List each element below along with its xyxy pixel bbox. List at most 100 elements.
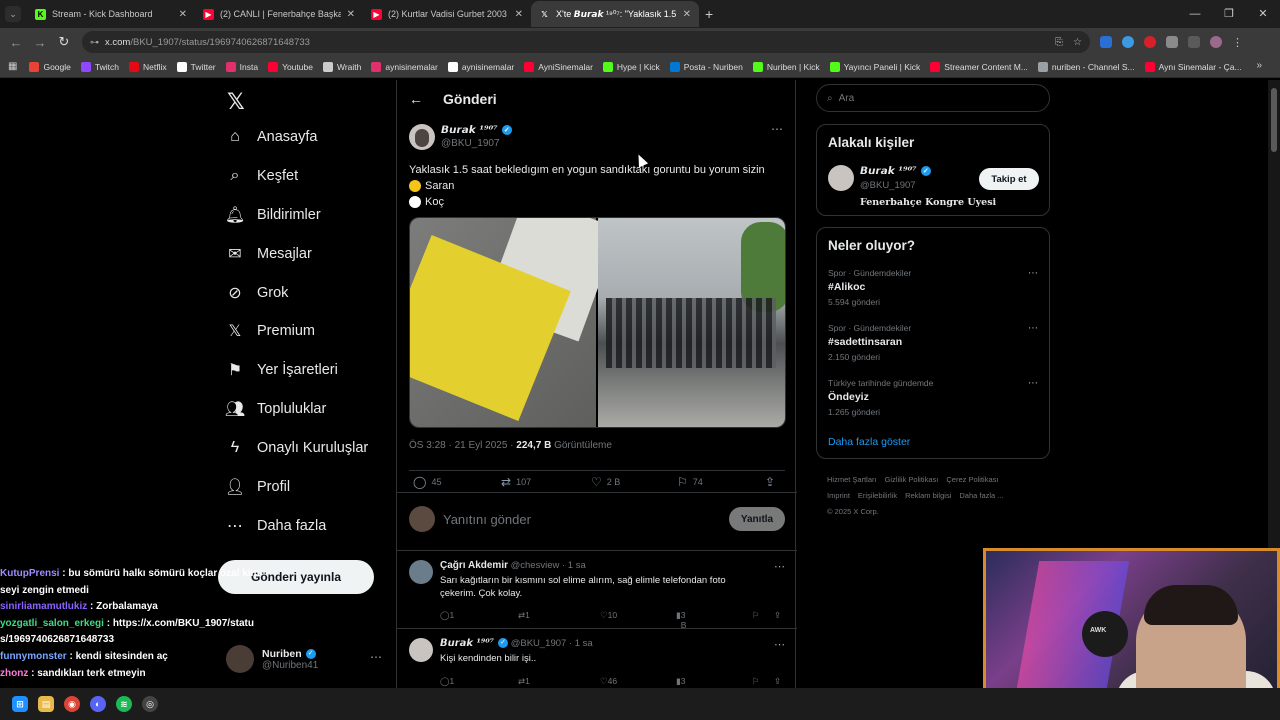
reply-likes[interactable]: ♡ 46 [600,676,617,687]
discord-icon[interactable]: ◐ [90,696,106,712]
bookmark-item[interactable]: Aynı Sinemalar - Ça... [1144,61,1242,72]
vpn-extension-icon[interactable] [1122,36,1134,48]
tweet-author-handle[interactable]: @BKU_1907 [441,138,500,149]
share-action[interactable]: ⇪ [765,475,780,489]
trend-more-icon[interactable]: ⋯ [1028,268,1038,279]
nav-item-search[interactable]: ⌕ Keşfet [222,159,299,193]
like-action[interactable]: ♡ 2 B [591,475,620,489]
footer-link[interactable]: © 2025 X Corp. [827,507,879,516]
reply-share-icon[interactable]: ⇪ [774,676,781,687]
url-bar[interactable]: ⊶ x.com/BKU_1907/status/1969740626871648… [82,31,1090,53]
reload-icon[interactable]: ↻ [52,34,76,50]
reply-replies[interactable]: ◯ 1 [440,610,454,621]
browser-menu-icon[interactable]: ⋮ [1232,36,1243,49]
tweet-photo-crowd[interactable] [598,218,785,427]
browser-tab-youtube-kurtlar[interactable]: ▶ (2) Kurtlar Vadisi Gurbet 2003 V ✕ [363,1,531,27]
bookmarks-overflow-icon[interactable]: » [1256,60,1262,71]
bookmark-item[interactable]: Netflix [128,61,167,72]
tweet-author-avatar[interactable] [409,124,435,150]
bookmark-item[interactable]: Twitter [176,61,216,72]
minimize-icon[interactable]: — [1178,0,1212,28]
install-app-icon[interactable]: ⎘ [1055,37,1063,48]
nav-item-communities[interactable]: 👥︎ Topluluklar [222,392,326,426]
footer-link[interactable]: Daha fazla ... [959,491,1003,500]
footer-link[interactable]: Reklam bilgisi [905,491,951,500]
show-more-link[interactable]: Daha fazla göster [828,436,910,448]
bookmark-item[interactable]: aynisinemalar [447,61,514,72]
reply-retweets[interactable]: ⇄ 1 [518,610,530,621]
footer-link[interactable]: Gizlilik Politikası [885,475,939,484]
trend-more-icon[interactable]: ⋯ [1028,323,1038,334]
obs-icon[interactable]: ◎ [142,696,158,712]
puzzle-extensions-icon[interactable] [1166,36,1178,48]
retweet-action[interactable]: ⇄ 107 [501,475,531,489]
footer-link[interactable]: Çerez Politikası [946,475,998,484]
reply-replies[interactable]: ◯ 1 [440,676,454,687]
close-tab-icon[interactable]: ✕ [179,9,187,20]
reply-views[interactable]: ▮ 3 B [676,610,686,630]
more-dots-icon[interactable]: ⋯ [370,650,382,664]
bookmark-item[interactable]: Wraith [322,61,361,72]
nav-item-mail[interactable]: ✉ Mesajlar [222,237,312,271]
bookmark-item[interactable]: Yayıncı Paneli | Kick [829,61,920,72]
record-extension-icon[interactable] [1144,36,1156,48]
reply-input[interactable]: Yanıtını gönder [443,512,531,527]
reply-bookmark-icon[interactable]: ⚐ [752,610,760,621]
reply-share-icon[interactable]: ⇪ [774,610,781,621]
nav-item-x[interactable]: 𝕏 Premium [222,314,315,348]
bookmark-item[interactable]: Insta [225,61,258,72]
footer-link[interactable]: Erişilebilirlik [858,491,897,500]
bookmark-item[interactable]: aynisinemalar [371,61,438,72]
reply-bookmark-icon[interactable]: ⚐ [752,676,760,687]
footer-link[interactable]: Imprint [827,491,850,500]
reply-retweets[interactable]: ⇄ 1 [518,676,530,687]
back-nav-icon[interactable]: ← [4,35,28,50]
reply-author-name[interactable]: 𝘽𝙪𝙧𝙖𝙠 ¹⁹⁰⁷ [440,638,494,649]
trend-item[interactable]: Spor · Gündemdekiler #Alikoc 5.594 gönderi… [828,268,1038,307]
shield-extension-icon[interactable] [1100,36,1112,48]
tweet-timestamp[interactable]: ÖS 3:28 · 21 Eyl 2025 · [409,440,516,451]
browser-tab-youtube-canli[interactable]: ▶ (2) CANLI | Fenerbahçe Başkanı ✕ [195,1,363,27]
forward-nav-icon[interactable]: → [28,35,52,50]
bookmark-item[interactable]: Twitch [80,61,119,72]
tweet-photo-ballots[interactable] [410,218,620,427]
related-person-handle[interactable]: @BKU_1907 [860,180,916,191]
site-info-icon[interactable]: ⊶ [90,37,99,48]
tweet-more-icon[interactable]: ⋯ [771,122,783,136]
bookmark-item[interactable]: nuriben - Channel S... [1037,61,1135,72]
trend-item[interactable]: Spor · Gündemdekiler #sadettinsaran 2.150 … [828,323,1038,362]
tab-search-icon[interactable]: ⌄ [5,6,21,22]
close-window-icon[interactable]: ✕ [1246,0,1280,28]
related-person-name[interactable]: 𝘽𝙪𝙧𝙖𝙠 ¹⁹⁰⁷ [860,165,917,177]
browser-tab-x-active[interactable]: 𝕏 X'te 𝘽𝙪𝙧𝙖𝙠 ¹⁹⁰⁷: "Yaklasık 1.5 s ✕ [531,1,699,27]
bookmark-item[interactable]: Nuriben | Kick [752,61,820,72]
profile-avatar-icon[interactable] [1210,36,1222,48]
follow-button[interactable]: Takip et [979,168,1039,190]
apps-grid-icon[interactable]: ▦ [8,61,17,72]
bookmark-item[interactable]: AyniSinemalar [524,61,593,72]
bookmark-star-icon[interactable]: ☆ [1073,37,1082,48]
nav-item-lightning[interactable]: ϟ Onaylı Kuruluşlar [222,431,368,465]
media-control-icon[interactable] [1188,36,1200,48]
tweet-author-name[interactable]: 𝘽𝙪𝙧𝙖𝙠 ¹⁹⁰⁷ [441,124,498,136]
reply-views[interactable]: ▮ 3 B [676,676,686,688]
reply-likes[interactable]: ♡ 10 [600,610,617,621]
new-tab-icon[interactable]: + [705,6,713,22]
reply-avatar[interactable] [409,560,433,584]
nav-item-bookmark[interactable]: ⚑ Yer İşaretleri [222,353,338,387]
file-explorer-icon[interactable]: ▤ [38,696,54,712]
bookmark-item[interactable]: Posta - Nuriben [669,61,743,72]
reply-author-name[interactable]: Çağrı Akdemir [440,560,508,571]
x-logo-icon[interactable]: 𝕏 [227,89,245,115]
restore-icon[interactable]: ❐ [1212,0,1246,28]
trend-item[interactable]: Türkiye tarihinde gündemde Öndeyiz 1.265 g… [828,378,1038,417]
reply-button[interactable]: Yanıtla [729,507,785,531]
related-person-avatar[interactable] [828,165,854,191]
nav-item-more-circle[interactable]: ⋯ Daha fazla [222,509,326,543]
bookmark-item[interactable]: Google [29,61,71,72]
reply-avatar[interactable] [409,638,433,662]
nav-item-bell[interactable]: 🔔︎ Bildirimler [222,198,321,232]
trend-more-icon[interactable]: ⋯ [1028,378,1038,389]
close-tab-icon[interactable]: ✕ [347,9,355,20]
footer-link[interactable]: Hizmet Şartları [827,475,877,484]
